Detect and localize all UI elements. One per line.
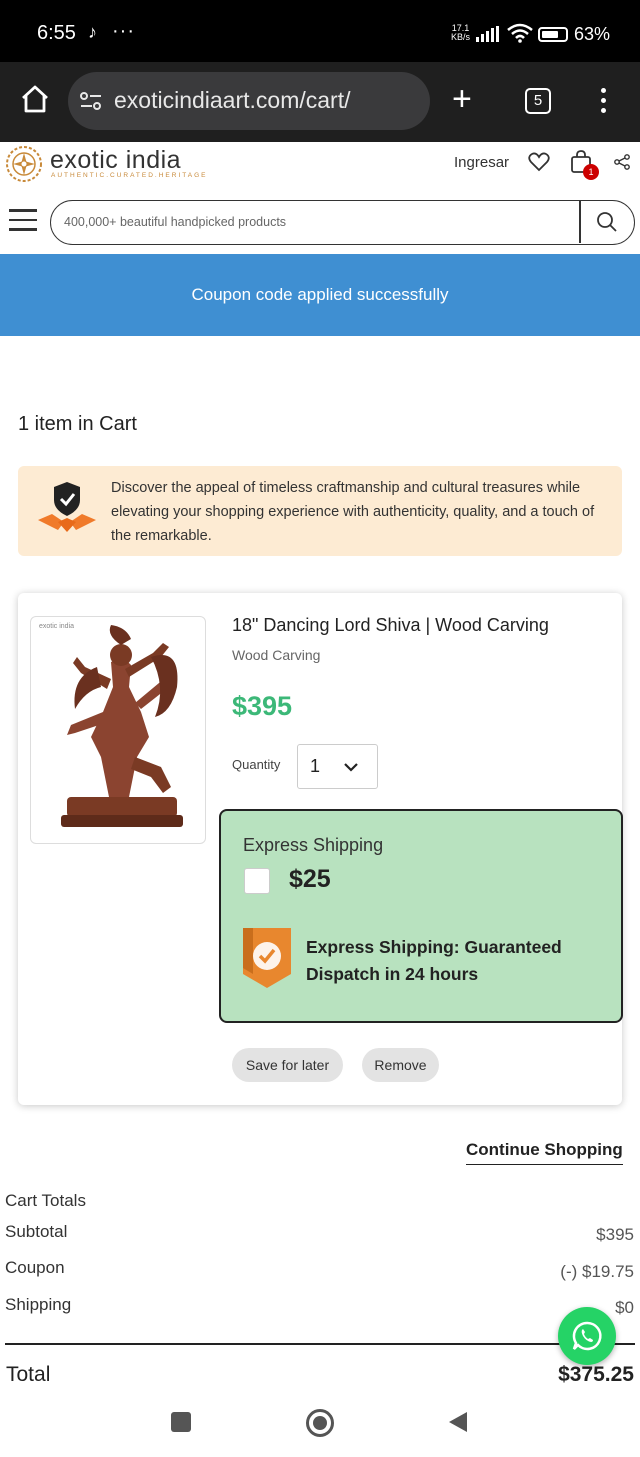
home-button[interactable] bbox=[306, 1409, 334, 1437]
subtotal-label: Subtotal bbox=[5, 1222, 68, 1241]
totals-divider bbox=[5, 1343, 635, 1345]
cellular-signal-icon bbox=[476, 26, 499, 42]
home-icon[interactable] bbox=[20, 84, 50, 114]
battery-percent: 63% bbox=[574, 24, 611, 44]
total-value: $375.25 bbox=[558, 1363, 634, 1386]
shipping-label: Shipping bbox=[5, 1295, 72, 1314]
quantity-label: Quantity bbox=[232, 757, 281, 772]
site-settings-icon[interactable] bbox=[80, 90, 102, 112]
status-time: 6:55 bbox=[37, 22, 76, 44]
shiva-statue-image bbox=[61, 625, 183, 827]
login-link[interactable]: Ingresar bbox=[454, 154, 509, 171]
share-icon[interactable] bbox=[614, 154, 630, 170]
quantity-select[interactable]: 1 bbox=[297, 744, 378, 789]
network-speed: 17.1 KB/s bbox=[451, 24, 470, 42]
recents-button[interactable] bbox=[171, 1412, 191, 1432]
coupon-success-banner: Coupon code applied successfully bbox=[0, 254, 640, 336]
wishlist-heart-icon[interactable] bbox=[528, 152, 550, 172]
cart-badge: 1 bbox=[583, 164, 599, 180]
coupon-label: Coupon bbox=[5, 1258, 65, 1277]
whatsapp-chat-button[interactable] bbox=[558, 1307, 616, 1365]
info-text: Discover the appeal of timeless craftman… bbox=[111, 480, 595, 544]
cart-item-count: 1 item in Cart bbox=[18, 413, 137, 435]
product-price: $395 bbox=[232, 691, 293, 721]
new-tab-icon[interactable]: + bbox=[452, 82, 472, 116]
express-guarantee-text: Express Shipping: Guaranteed Dispatch in… bbox=[306, 937, 562, 984]
coupon-value: (-) $19.75 bbox=[560, 1262, 634, 1281]
search-input[interactable]: 400,000+ beautiful handpicked products bbox=[64, 215, 286, 229]
remove-button[interactable]: Remove bbox=[362, 1048, 439, 1082]
battery-icon bbox=[538, 27, 568, 42]
express-shipping-title: Express Shipping bbox=[243, 835, 384, 855]
cart-totals-title: Cart Totals bbox=[5, 1191, 86, 1210]
logo-mandala-icon[interactable] bbox=[5, 145, 43, 183]
trust-handshake-icon bbox=[38, 482, 96, 532]
express-shipping-price: $25 bbox=[289, 865, 331, 893]
status-bar: 6:55 ♪ ··· 17.1 KB/s 63% bbox=[0, 0, 640, 62]
wifi-icon bbox=[507, 23, 533, 43]
browser-toolbar: exoticindiaart.com/cart/ + 5 bbox=[0, 62, 640, 142]
network-speed-unit: KB/s bbox=[451, 32, 471, 42]
quantity-value: 1 bbox=[310, 756, 321, 776]
search-divider bbox=[579, 201, 581, 243]
url-text[interactable]: exoticindiaart.com/cart/ bbox=[114, 87, 350, 114]
back-button[interactable] bbox=[448, 1411, 468, 1433]
search-bar[interactable]: 400,000+ beautiful handpicked products bbox=[50, 200, 635, 245]
product-image[interactable]: exotic india bbox=[30, 616, 206, 844]
cart-item-card: exotic india 18" Dancing Lord Shiva | Wo… bbox=[18, 593, 623, 1105]
image-watermark: exotic india bbox=[39, 623, 75, 630]
tiktok-notification-icon: ♪ bbox=[88, 22, 97, 42]
total-label: Total bbox=[6, 1363, 51, 1386]
subtotal-value: $395 bbox=[596, 1225, 634, 1244]
more-notifications-icon: ··· bbox=[112, 20, 135, 42]
product-title[interactable]: 18" Dancing Lord Shiva | Wood Carving bbox=[232, 615, 549, 636]
save-for-later-button[interactable]: Save for later bbox=[232, 1048, 343, 1082]
chevron-down-icon bbox=[344, 763, 358, 772]
hamburger-menu-icon[interactable] bbox=[9, 209, 37, 238]
express-shipping-box: Express Shipping $25 Express Shipping: G… bbox=[219, 809, 623, 1023]
tab-switcher-button[interactable]: 5 bbox=[525, 88, 551, 114]
shipping-value: $0 bbox=[615, 1298, 634, 1317]
android-nav-bar bbox=[0, 1395, 640, 1457]
browser-menu-icon[interactable] bbox=[601, 88, 607, 118]
guarantee-badge-icon bbox=[243, 928, 291, 988]
logo-tagline: AUTHENTIC.CURATED.HERITAGE bbox=[51, 172, 208, 179]
product-category: Wood Carving bbox=[232, 647, 321, 663]
continue-shopping-link[interactable]: Continue Shopping bbox=[466, 1140, 623, 1165]
info-box: Discover the appeal of timeless craftman… bbox=[18, 466, 622, 556]
express-shipping-checkbox[interactable] bbox=[244, 868, 270, 894]
search-icon[interactable] bbox=[596, 211, 618, 233]
whatsapp-icon bbox=[572, 1321, 602, 1351]
logo-name[interactable]: exotic india bbox=[50, 146, 181, 175]
site-header: exotic india AUTHENTIC.CURATED.HERITAGE … bbox=[0, 142, 640, 254]
